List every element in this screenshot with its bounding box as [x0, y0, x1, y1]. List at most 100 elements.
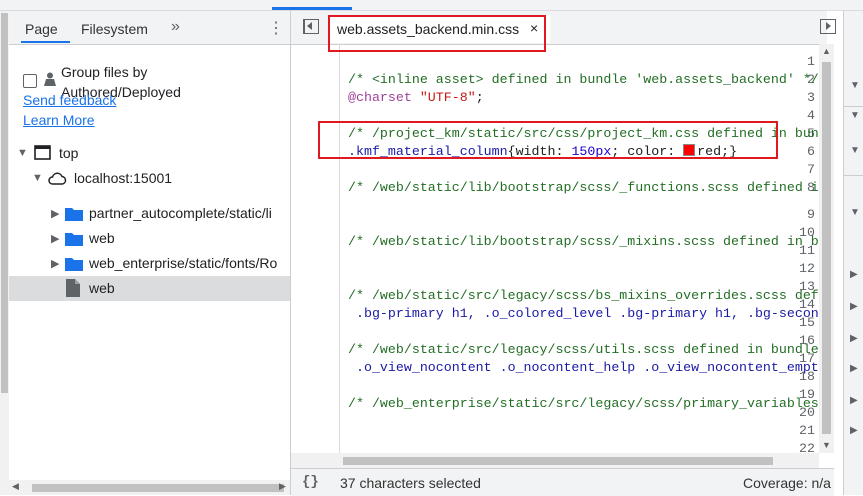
- expand-arrow-icon[interactable]: ▼: [850, 145, 860, 156]
- expand-arrow-icon[interactable]: ▼: [850, 110, 860, 121]
- collapsed-arrow-icon[interactable]: ▶: [850, 301, 858, 312]
- collapsed-arrow-icon[interactable]: ▶: [850, 425, 858, 436]
- collapsed-arrow-icon[interactable]: ▶: [51, 232, 59, 245]
- tree-item-label: web_enterprise/static/fonts/Ro: [89, 255, 278, 271]
- send-feedback-link[interactable]: Send feedback: [23, 92, 116, 108]
- person-icon: [44, 72, 56, 86]
- tree-item-top[interactable]: ▼ top: [9, 141, 290, 166]
- expanded-arrow-icon[interactable]: ▼: [17, 147, 28, 159]
- navigator-horizontal-scrollbar[interactable]: ◀ ▶: [9, 480, 290, 495]
- semicolon: ;: [475, 90, 484, 105]
- editor-file-tab[interactable]: web.assets_backend.min.css ×: [329, 15, 550, 43]
- code-line[interactable]: /* /web/static/src/legacy/scss/bs_mixins…: [348, 288, 819, 303]
- line-number: 9: [807, 207, 815, 222]
- tab-page[interactable]: Page: [25, 21, 58, 37]
- code-line[interactable]: /* /project_km/static/src/css/project_km…: [348, 126, 819, 141]
- editor-tab-bar: web.assets_backend.min.css ×: [291, 11, 827, 45]
- debugger-sidebar-edge: ▼ ▼ ▼ ▼ ▶ ▶ ▶ ▶ ▶ ▶: [843, 11, 863, 495]
- expand-arrow-icon[interactable]: ▼: [850, 80, 860, 91]
- code-line[interactable]: /* /web/static/src/legacy/scss/utils.scs…: [348, 342, 819, 357]
- folder-icon: [65, 258, 83, 271]
- tree-item-web-file[interactable]: web: [9, 276, 290, 301]
- css-decl: ; color:: [611, 144, 684, 159]
- line-number: 7: [807, 162, 815, 177]
- scrollbar-thumb[interactable]: [343, 457, 773, 465]
- line-number: 22: [799, 441, 815, 453]
- folder-icon: [65, 233, 83, 246]
- editor-horizontal-scrollbar[interactable]: [291, 453, 819, 468]
- devtools-top-strip: [0, 0, 863, 11]
- tree-item-web-folder[interactable]: ▶ web: [9, 226, 290, 251]
- collapsed-arrow-icon[interactable]: ▶: [850, 269, 858, 280]
- tree-item-label: partner_autocomplete/static/li: [89, 205, 272, 221]
- group-files-checkbox[interactable]: [23, 74, 37, 88]
- tree-item-label: web: [89, 230, 115, 246]
- collapsed-arrow-icon[interactable]: ▶: [51, 257, 59, 270]
- tree-item-label: localhost:15001: [74, 170, 173, 186]
- toggle-navigator-icon[interactable]: [303, 19, 319, 34]
- tree-item-localhost[interactable]: ▼ localhost:15001: [9, 166, 290, 191]
- scrollbar-thumb[interactable]: [32, 484, 284, 492]
- file-tab-label: web.assets_backend.min.css: [337, 21, 520, 37]
- more-options-icon[interactable]: ⋮: [268, 18, 284, 38]
- collapsed-arrow-icon[interactable]: ▶: [51, 207, 59, 220]
- sources-navigator: Page Filesystem » ⋮ Group files by Autho…: [0, 11, 291, 495]
- line-number: 21: [799, 423, 815, 438]
- code-line[interactable]: .bg-primary h1, .o_colored_level .bg-pri…: [348, 306, 819, 321]
- active-panel-indicator: [272, 7, 352, 10]
- collapsed-arrow-icon[interactable]: ▶: [850, 333, 858, 344]
- css-decl: {width:: [507, 144, 572, 159]
- code-line[interactable]: /* /web/static/lib/bootstrap/scss/_mixin…: [348, 234, 819, 249]
- tree-item-label: web: [89, 280, 115, 296]
- color-swatch-icon[interactable]: [683, 144, 696, 156]
- pretty-print-icon[interactable]: {}: [302, 474, 319, 490]
- code-view[interactable]: 1 2 /* <inline asset> defined in bundle …: [291, 44, 819, 453]
- frame-icon: [34, 145, 51, 160]
- tree-item-web-enterprise[interactable]: ▶ web_enterprise/static/fonts/Ro: [9, 251, 290, 276]
- coverage-status: Coverage: n/a: [743, 475, 831, 491]
- more-tabs-icon[interactable]: »: [171, 18, 180, 36]
- collapsed-arrow-icon[interactable]: ▶: [850, 395, 858, 406]
- line-number: 4: [807, 108, 815, 123]
- navigator-tabs: Page Filesystem » ⋮: [9, 11, 290, 45]
- line-number: 12: [799, 261, 815, 276]
- scroll-left-icon[interactable]: ◀: [12, 481, 19, 492]
- editor-status-bar: {} 37 characters selected Coverage: n/a: [291, 468, 834, 496]
- line-number: 6: [807, 144, 815, 159]
- line-number: 3: [807, 90, 815, 105]
- toggle-debugger-icon[interactable]: [820, 19, 836, 34]
- charset-value: "UTF-8": [411, 90, 476, 105]
- scroll-right-icon[interactable]: ▶: [279, 481, 286, 492]
- learn-more-link[interactable]: Learn More: [23, 112, 95, 128]
- close-tab-icon[interactable]: ×: [530, 20, 538, 36]
- editor-vertical-scrollbar[interactable]: ▲ ▼: [819, 44, 834, 453]
- source-editor: web.assets_backend.min.css × 1 2 /* <inl…: [291, 11, 836, 496]
- navigator-left-scrollbar[interactable]: [0, 11, 9, 495]
- code-line[interactable]: /* /web_enterprise/static/src/legacy/scs…: [348, 396, 819, 411]
- code-line[interactable]: .kmf_material_column{width: 150px; color…: [348, 144, 737, 159]
- scrollbar-thumb[interactable]: [1, 13, 8, 393]
- cloud-icon: [48, 172, 67, 185]
- code-line[interactable]: /* /web/static/lib/bootstrap/scss/_funct…: [348, 180, 819, 195]
- folder-icon: [65, 208, 83, 221]
- charset-keyword: @charset: [348, 90, 412, 105]
- css-decl-end: ;}: [721, 144, 738, 159]
- css-selector: .kmf_material_column: [348, 144, 508, 159]
- scrollbar-thumb[interactable]: [822, 62, 831, 434]
- code-line[interactable]: /* <inline asset> defined in bundle 'web…: [348, 72, 819, 87]
- collapsed-arrow-icon[interactable]: ▶: [850, 363, 858, 374]
- tree-item-partner-autocomplete[interactable]: ▶ partner_autocomplete/static/li: [9, 201, 290, 226]
- line-number-gutter: [291, 44, 340, 453]
- line-number: 1: [807, 54, 815, 69]
- scroll-down-icon[interactable]: ▼: [822, 440, 831, 450]
- css-number: 150px: [571, 144, 612, 159]
- tree-item-label: top: [59, 145, 79, 161]
- tab-filesystem[interactable]: Filesystem: [81, 21, 148, 37]
- file-icon: [66, 279, 80, 297]
- code-line[interactable]: @charset "UTF-8";: [348, 90, 484, 105]
- code-line[interactable]: .o_view_nocontent .o_nocontent_help .o_v…: [348, 360, 819, 375]
- divider: [844, 175, 863, 176]
- expand-arrow-icon[interactable]: ▼: [850, 207, 860, 218]
- scroll-up-icon[interactable]: ▲: [822, 46, 831, 56]
- expanded-arrow-icon[interactable]: ▼: [32, 172, 43, 184]
